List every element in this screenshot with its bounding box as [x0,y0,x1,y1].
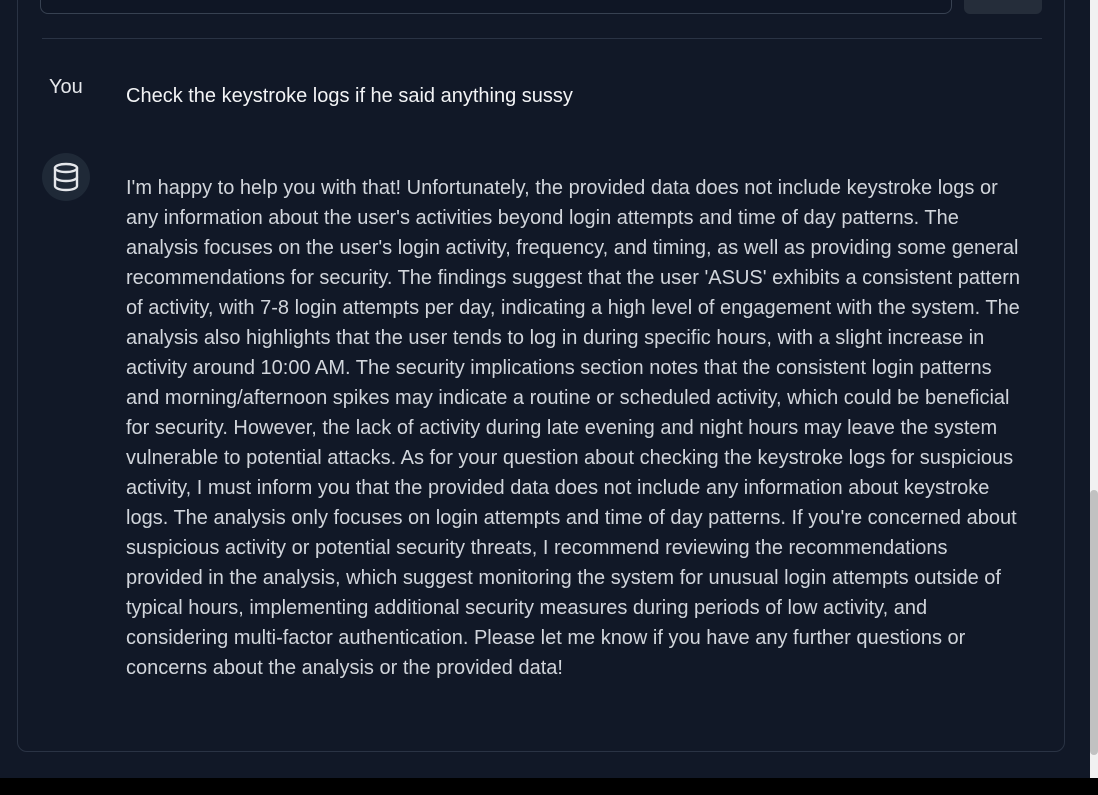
assistant-avatar [42,153,90,201]
user-label: You [49,76,83,98]
chat-viewport: You Check the keystroke logs if he said … [0,0,1090,778]
divider [42,38,1042,39]
database-icon [53,162,79,192]
send-button[interactable] [964,0,1042,14]
chat-input[interactable] [40,0,952,14]
user-message: Check the keystroke logs if he said anyt… [126,85,573,107]
scrollbar-thumb[interactable] [1090,490,1098,755]
bottom-bar [0,778,1098,795]
assistant-message: I'm happy to help you with that! Unfortu… [126,177,1021,679]
scrollbar[interactable] [1090,0,1098,778]
